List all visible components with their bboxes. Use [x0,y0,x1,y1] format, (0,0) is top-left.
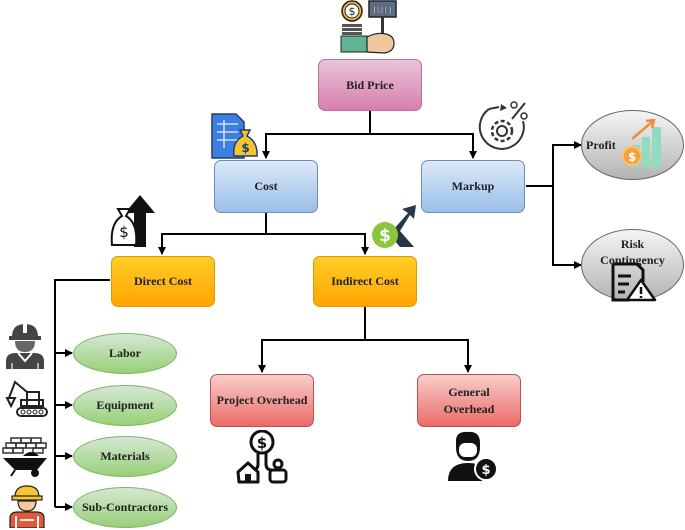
labor-node[interactable]: Labor [73,333,177,374]
profit-label: Profit [586,137,616,152]
indirect-cost-node[interactable]: Indirect Cost [313,256,417,307]
svg-text:$: $ [119,223,129,241]
dollar-arrow-icon: $ [372,205,416,248]
edge-bid-markup [370,133,477,159]
risk-document-warning-icon [611,262,657,302]
edge-cost-indirect [266,233,369,255]
materials-node[interactable]: Materials [73,436,177,477]
project-overhead-icon: $ [236,430,288,484]
person-dollar-icon: $ [448,431,498,481]
profit-chart-icon: $ [622,119,661,167]
svg-text:$: $ [628,150,636,164]
bricks-wheelbarrow-icon [2,437,47,477]
bid-sign-icon: $ BID [340,0,397,54]
svg-text:$: $ [349,5,356,18]
markup-node[interactable]: Markup [421,160,525,213]
project-overhead-node[interactable]: Project Overhead [210,374,314,427]
bid-price-node[interactable]: Bid Price [318,59,422,111]
edge-cost-direct [158,212,267,255]
excavator-icon [5,380,48,417]
svg-text:$: $ [481,463,490,478]
moneybag-arrow-up-icon: $ [110,195,155,247]
edge-markup-profit [526,141,582,187]
cost-document-moneybag-icon: $ [211,113,258,159]
general-overhead-node[interactable]: General Overhead [417,374,521,427]
equipment-node[interactable]: Equipment [73,385,177,426]
direct-cost-node[interactable]: Direct Cost [111,256,215,307]
edge-indirect-project [258,306,366,373]
edge-indirect-general [365,339,472,373]
worker-icon [6,323,44,369]
contractor-icon [9,485,45,528]
edge-markup-risk [552,186,582,269]
svg-text:$: $ [379,226,391,246]
edge-bid-cost [262,110,371,159]
gear-percent-icon [478,101,528,150]
cost-node[interactable]: Cost [214,160,318,213]
bid-sign-text: BID [373,4,392,17]
svg-text:$: $ [257,434,267,452]
sub-contractors-node[interactable]: Sub-Contractors [73,487,177,528]
svg-text:$: $ [241,141,249,155]
